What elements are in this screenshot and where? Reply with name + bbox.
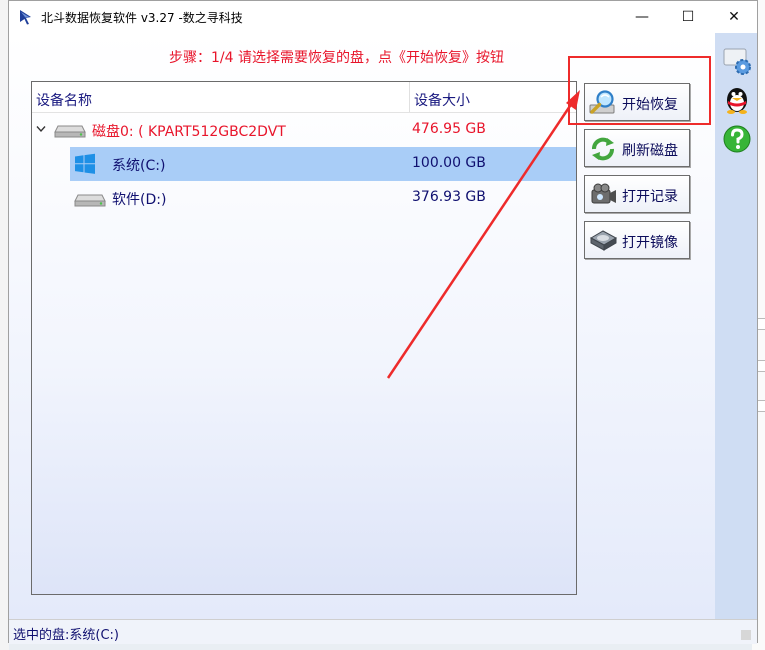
hard-drive-icon: [54, 125, 86, 138]
disk-row[interactable]: 磁盘0: ( KPART512GBC2DVT 476.95 GB: [32, 113, 576, 147]
open-image-label: 打开镜像: [622, 235, 678, 251]
highlight-annotation-box: [568, 56, 711, 125]
minimize-button[interactable]: —: [619, 1, 665, 33]
window-title: 北斗数据恢复软件 v3.27 -数之寻科技: [41, 11, 243, 25]
app-logo-icon: [20, 10, 31, 25]
column-header-device-size[interactable]: 设备大小: [414, 90, 470, 110]
open-image-button[interactable]: 打开镜像: [584, 221, 690, 259]
column-divider[interactable]: [409, 82, 410, 112]
resize-grip[interactable]: [741, 630, 751, 640]
step-hint: 步骤：1/4 请选择需要恢复的盘，点《开始恢复》按钮: [169, 50, 504, 66]
partition-size: 376.93 GB: [412, 189, 486, 205]
partition-row-d[interactable]: 软件(D:) 376.93 GB: [70, 181, 576, 215]
refresh-disk-button[interactable]: 刷新磁盘: [584, 129, 690, 167]
windows-drive-icon: [75, 153, 95, 174]
close-button[interactable]: ✕: [711, 1, 757, 33]
refresh-icon: [592, 137, 614, 161]
device-list[interactable]: 设备名称 设备大小 磁盘0: ( KPART512GBC2DVT 476.95 …: [31, 81, 577, 595]
device-list-header: 设备名称 设备大小: [32, 82, 576, 113]
qq-penguin-icon[interactable]: [721, 83, 753, 115]
camcorder-icon: [591, 183, 616, 204]
partition-name: 软件(D:): [112, 192, 167, 208]
partition-name: 系统(C:): [112, 158, 166, 174]
disk-name: 磁盘0: ( KPART512GBC2DVT: [92, 124, 286, 140]
maximize-button[interactable]: ☐: [665, 1, 711, 33]
help-icon[interactable]: [721, 123, 753, 155]
title-bar[interactable]: 北斗数据恢复软件 v3.27 -数之寻科技 — ☐ ✕: [9, 1, 757, 33]
open-record-button[interactable]: 打开记录: [584, 175, 690, 213]
right-tool-strip: [715, 33, 757, 619]
chevron-down-icon[interactable]: [36, 125, 46, 133]
partition-row-c[interactable]: 系统(C:) 100.00 GB: [70, 147, 576, 181]
settings-gear-icon[interactable]: [721, 45, 753, 77]
hard-drive-icon: [74, 194, 106, 207]
open-record-label: 打开记录: [622, 189, 678, 205]
status-text: 选中的盘:系统(C:): [13, 628, 119, 643]
disk-size: 476.95 GB: [412, 121, 486, 137]
disk-image-icon: [589, 230, 618, 251]
refresh-disk-label: 刷新磁盘: [622, 143, 678, 159]
column-header-device-name[interactable]: 设备名称: [36, 90, 92, 110]
status-bar: 选中的盘:系统(C:): [9, 619, 757, 644]
partition-size: 100.00 GB: [412, 155, 486, 171]
